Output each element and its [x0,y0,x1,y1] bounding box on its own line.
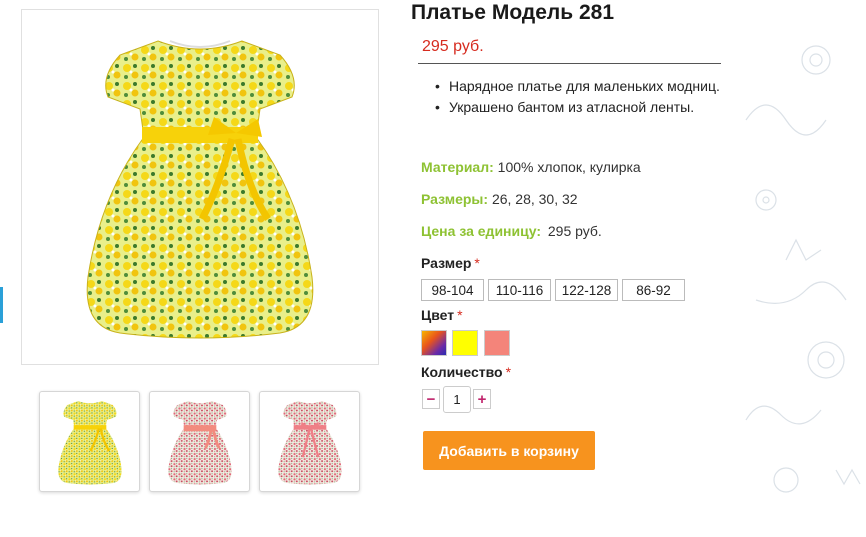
size-option-98-104[interactable]: 98-104 [421,279,484,301]
spec-sizes: Размеры: 26, 28, 30, 32 [421,191,578,207]
dress-thumb-pink-sash-image [167,400,232,484]
size-label: Размер * [421,255,480,271]
size-option-122-128[interactable]: 122-128 [555,279,618,301]
main-product-image[interactable] [21,9,379,365]
size-option-86-92[interactable]: 86-92 [622,279,685,301]
required-marker: * [474,255,480,271]
quantity-label-text: Количество [421,364,503,380]
spec-sizes-value: 26, 28, 30, 32 [491,191,578,207]
required-marker: * [457,307,463,323]
spec-unit-price: Цена за единицу: 295 руб. [421,223,602,239]
quantity-increase-button[interactable]: + [473,389,491,409]
thumbnail-pink-sash[interactable] [149,391,250,492]
color-swatch-yellow[interactable] [452,330,478,356]
color-label-text: Цвет [421,307,455,323]
dress-thumb-yellow-image [57,400,122,484]
color-swatch-multicolor[interactable] [421,330,447,356]
spec-material: Материал: 100% хлопок, кулирка [421,159,641,175]
spec-material-value: 100% хлопок, кулирка [497,159,641,175]
background-pattern [745,45,861,493]
product-description: Нарядное платье для маленьких модниц. Ук… [432,76,732,118]
size-label-text: Размер [421,255,472,271]
thumbnail-pink-bow[interactable] [259,391,360,492]
spec-unit-price-label: Цена за единицу: [421,223,541,239]
spec-material-label: Материал: [421,159,494,175]
dress-image-yellow [86,40,314,339]
product-price: 295 руб. [418,38,721,64]
required-marker: * [505,364,512,380]
description-bullet: Украшено бантом из атласной ленты. [432,97,732,118]
size-option-110-116[interactable]: 110-116 [488,279,551,301]
quantity-decrease-button[interactable]: − [422,389,440,409]
quantity-input[interactable] [443,386,471,413]
quantity-label: Количество * [421,364,511,380]
add-to-cart-button[interactable]: Добавить в корзину [423,431,595,470]
description-bullet: Нарядное платье для маленьких модниц. [432,76,732,97]
spec-unit-price-value: 295 руб. [547,223,602,239]
thumbnail-yellow[interactable] [39,391,140,492]
dress-thumb-pink-bow-image [277,400,342,484]
product-title: Платье Модель 281 [411,1,614,24]
left-edge-marker [0,287,3,323]
color-swatch-coral[interactable] [484,330,510,356]
color-label: Цвет * [421,307,463,323]
spec-sizes-label: Размеры: [421,191,489,207]
